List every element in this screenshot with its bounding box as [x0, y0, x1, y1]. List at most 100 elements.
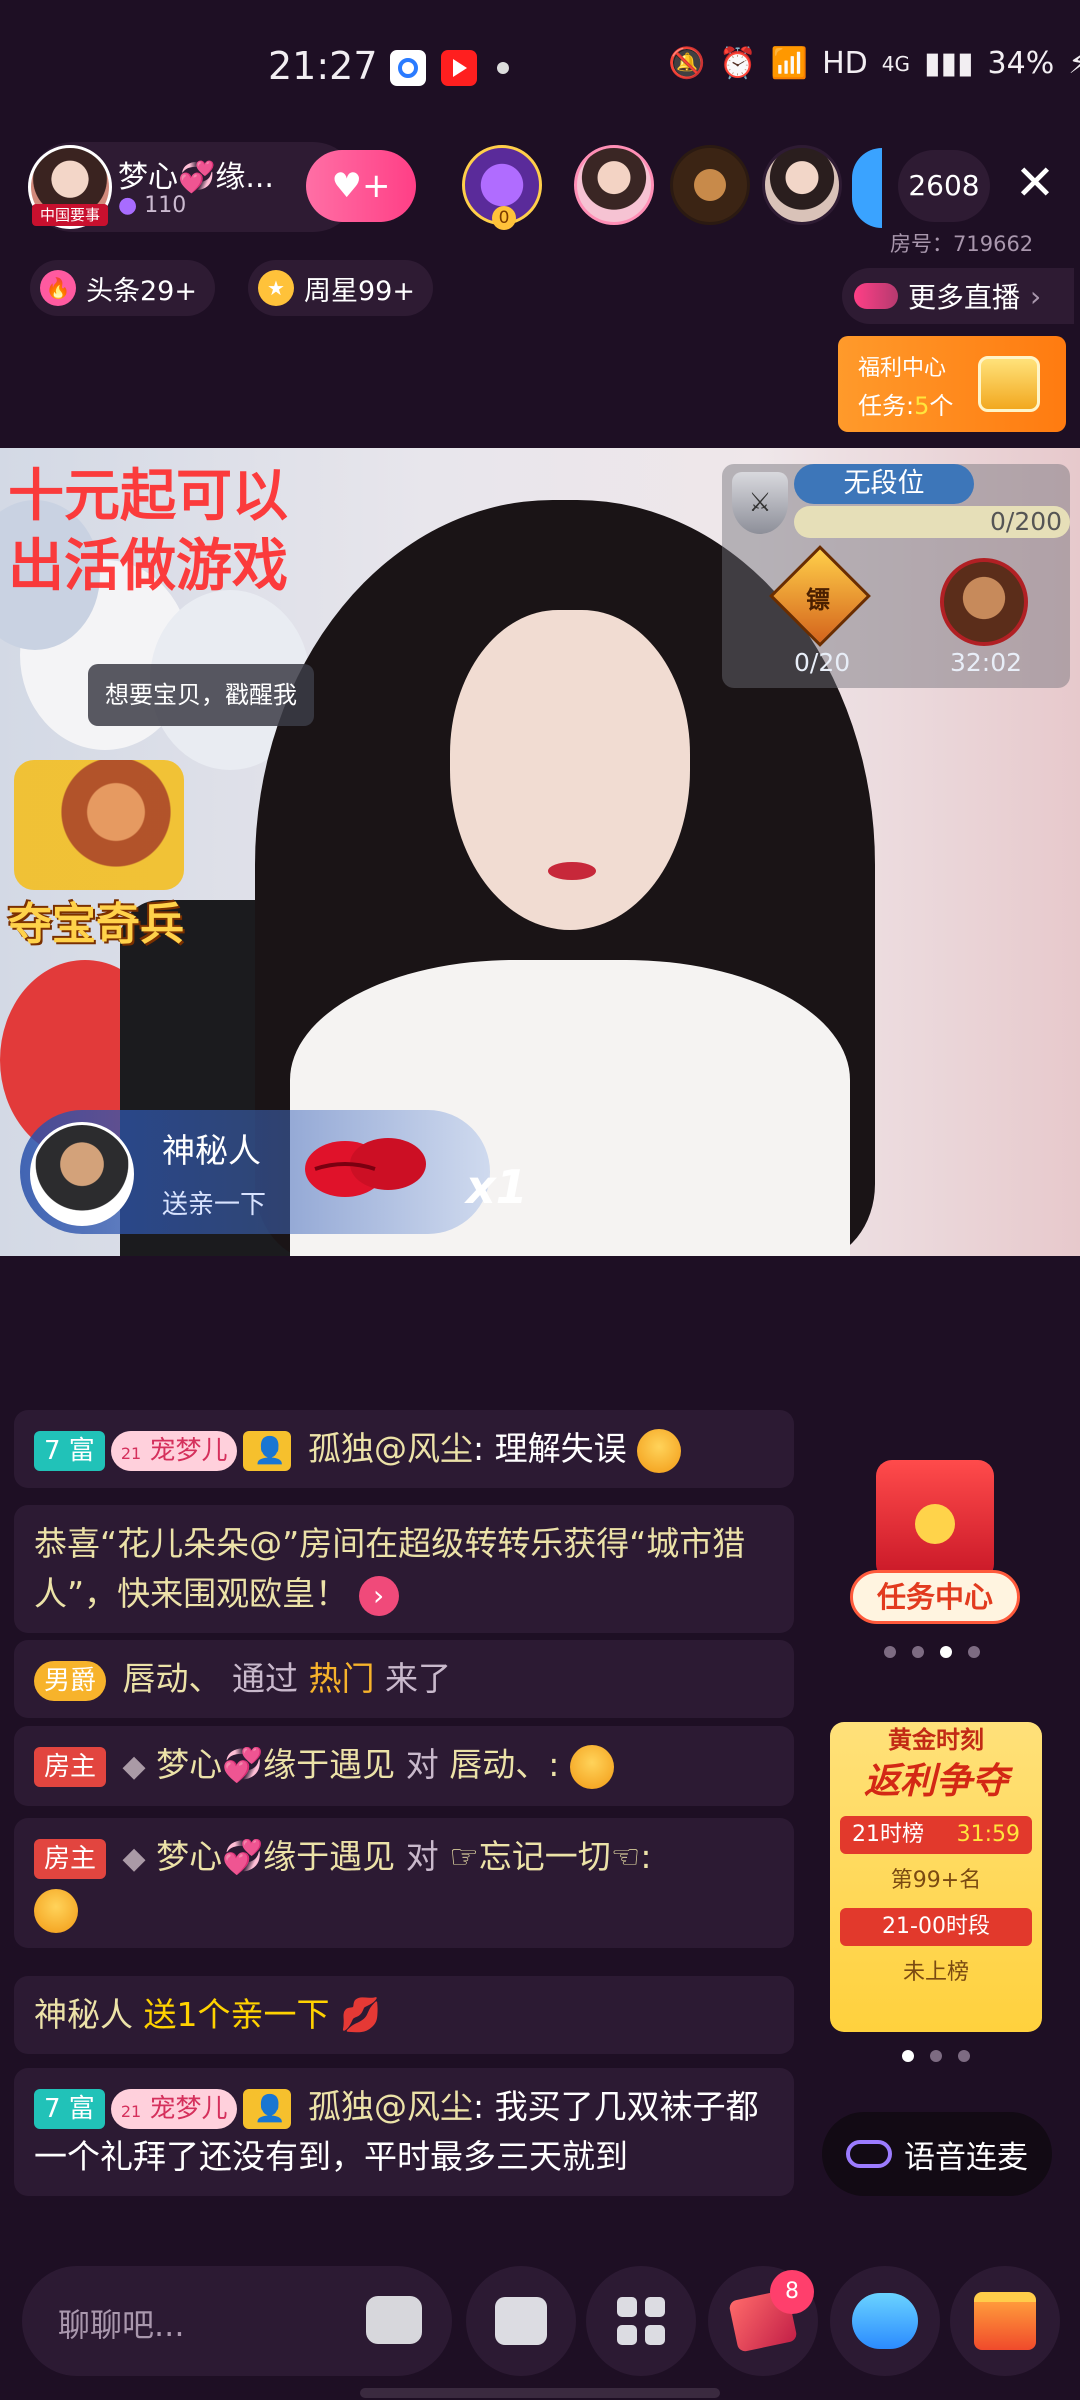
host-tag: 房主 [34, 1838, 107, 1879]
promo-text: 十元起可以 出活做游戏 [8, 464, 288, 599]
game-button[interactable] [830, 2266, 940, 2376]
headline-label: 头条29+ [86, 275, 197, 307]
chat-user[interactable]: 梦心💞缘于遇见 [156, 1837, 395, 1876]
chat-hot: 热门 [308, 1659, 375, 1698]
streamer-lips [548, 862, 596, 880]
robot-icon [852, 2293, 918, 2349]
voice-link-label: 语音连麦 [904, 2139, 1028, 2176]
viewer-3[interactable] [670, 145, 750, 225]
pet-tag: 21 宠梦儿 [110, 2088, 238, 2129]
medal-icon: ◆ [122, 1749, 146, 1784]
chat-input-placeholder: 聊聊吧... [58, 2306, 185, 2344]
chat-message-1[interactable]: 7 富 21 宠梦儿 👤 孤独@风尘: 理解失误 [14, 1410, 794, 1488]
timer-value: 32:02 [950, 648, 1023, 677]
host-tag: 房主 [34, 1746, 107, 1787]
treasure-chest-icon [978, 356, 1040, 412]
chat-enter-message: 男爵 唇动、 通过 热门 来了 [14, 1640, 794, 1718]
duke-tag: 男爵 [34, 1660, 107, 1701]
golden-time-title: 黄金时刻 [888, 1726, 984, 1754]
chat-target[interactable]: 唇动、: [449, 1745, 559, 1784]
chat-bubble-icon [495, 2297, 547, 2345]
notification-dot [497, 62, 509, 74]
fans-icon: ● [118, 193, 138, 218]
carousel-dot [930, 2050, 942, 2062]
battery-label: 34% [987, 46, 1055, 81]
kiss-lips-small-icon: 💋 [340, 1995, 382, 2034]
chat-host-message-1[interactable]: 房主 ◆ 梦心💞缘于遇见 对 唇动、: [14, 1726, 794, 1806]
chat-top-fade [0, 1256, 1080, 1396]
carousel-dot [884, 1646, 896, 1658]
more-apps-button[interactable] [586, 2266, 696, 2376]
headline-chip[interactable]: 🔥 头条29+ [30, 260, 215, 316]
game-tooltip: 想要宝贝，戳醒我 [88, 664, 314, 726]
gift-icon [974, 2292, 1036, 2350]
golden-carousel-dots [902, 2050, 970, 2062]
link-icon [846, 2140, 892, 2168]
more-live-label: 更多直播 [908, 281, 1021, 314]
arrow-right-icon[interactable]: › [358, 1575, 399, 1616]
weekly-star-label: 周星99+ [304, 275, 415, 307]
shy-emoji-icon [569, 1744, 614, 1789]
pet-level: 21 [120, 2101, 142, 2121]
viewer-2[interactable] [574, 145, 654, 225]
shy-emoji-icon [34, 1888, 78, 1933]
wifi-icon: 📶 [770, 46, 809, 81]
warrior-avatar-icon[interactable] [940, 558, 1028, 646]
host-avatar-tag: 中国要事 [32, 204, 108, 226]
chat-system-message[interactable]: 恭喜“花儿朵朵@”房间在超级转转乐获得“城市猎人”，快来围观欧皇！ › [14, 1505, 794, 1633]
viewer-4[interactable] [762, 145, 842, 225]
rank-badge: 无段位 [794, 464, 974, 504]
carousel-dot [958, 2050, 970, 2062]
alarm-icon: ⏰ [719, 46, 757, 81]
gift-button[interactable] [950, 2266, 1060, 2376]
more-live-button[interactable]: 更多直播 › [842, 268, 1074, 324]
close-icon[interactable]: ✕ [1012, 159, 1058, 207]
carousel-dot [912, 1646, 924, 1658]
follow-button[interactable]: ♥+ [306, 150, 416, 222]
youtube-icon [441, 50, 477, 86]
treasure-game-icon[interactable] [14, 760, 184, 890]
gem-badge: 8 [770, 2270, 814, 2314]
carousel-dot-active [940, 1646, 952, 1658]
sofa-icon[interactable] [366, 2296, 422, 2344]
signal-label: 4G [881, 51, 910, 76]
gift-text: 送1个亲一下 [143, 1995, 330, 2034]
mystery-user-avatar [30, 1122, 134, 1226]
danmaku-button[interactable] [466, 2266, 576, 2376]
pet-level: 21 [120, 1443, 142, 1463]
gift-sender: 神秘人 [162, 1131, 261, 1170]
envelope-seal [915, 1504, 955, 1544]
star-icon: ★ [258, 270, 294, 306]
chat-user[interactable]: 孤独@风尘 [308, 2087, 473, 2126]
game-title[interactable]: 夺宝奇兵 [8, 888, 184, 952]
viewer-count[interactable]: 2608 [898, 150, 990, 222]
home-indicator[interactable] [360, 2388, 720, 2398]
mute-icon: 🔕 [668, 46, 706, 81]
chat-user[interactable]: 唇动、 [123, 1659, 222, 1698]
chat-host-message-2[interactable]: 房主 ◆ 梦心💞缘于遇见 对 ☞忘记一切☜: [14, 1818, 794, 1948]
dart-item-value: 0/20 [794, 648, 851, 677]
status-right: 🔕 ⏰ 📶 HD 4G ▮▮▮ 34% ⚡ [668, 46, 1080, 81]
heart-plus-icon: ♥+ [331, 166, 391, 206]
chat-user[interactable]: 孤独@风尘 [308, 1429, 473, 1468]
chat-user[interactable]: 神秘人 [34, 1995, 133, 2034]
viewer-5-partial[interactable] [852, 148, 882, 228]
chat-target[interactable]: ☞忘记一切☜: [449, 1837, 651, 1876]
shield-icon: ⚔ [732, 472, 788, 534]
chat-message-7[interactable]: 7 富 21 宠梦儿 👤 孤独@风尘: 我买了几双袜子都一个礼拜了还没有到，平时最多… [14, 2068, 794, 2196]
host-name: 梦心💞缘... [118, 160, 274, 195]
weekly-star-chip[interactable]: ★ 周星99+ [248, 260, 433, 316]
task-center-button[interactable]: 任务中心 [850, 1570, 1020, 1624]
network-label: HD [822, 46, 868, 81]
chat-user[interactable]: 梦心💞缘于遇见 [156, 1745, 395, 1784]
battery-icon: ⚡ [1068, 46, 1080, 81]
voice-link-button[interactable]: 语音连麦 [822, 2112, 1052, 2196]
golden-time-subtitle: 返利争夺 [863, 1761, 1008, 1802]
kiss-lips-icon [305, 1138, 426, 1197]
welfare-task: 任务:5个 [858, 392, 954, 420]
time-slot-row: 21-00时段 [840, 1908, 1032, 1946]
signal-icon: ▮▮▮ [923, 46, 974, 81]
host-fans: ● 110 [118, 193, 187, 218]
not-ranked: 未上榜 [902, 1960, 969, 1985]
gift-multiplier: x1 [466, 1160, 528, 1214]
